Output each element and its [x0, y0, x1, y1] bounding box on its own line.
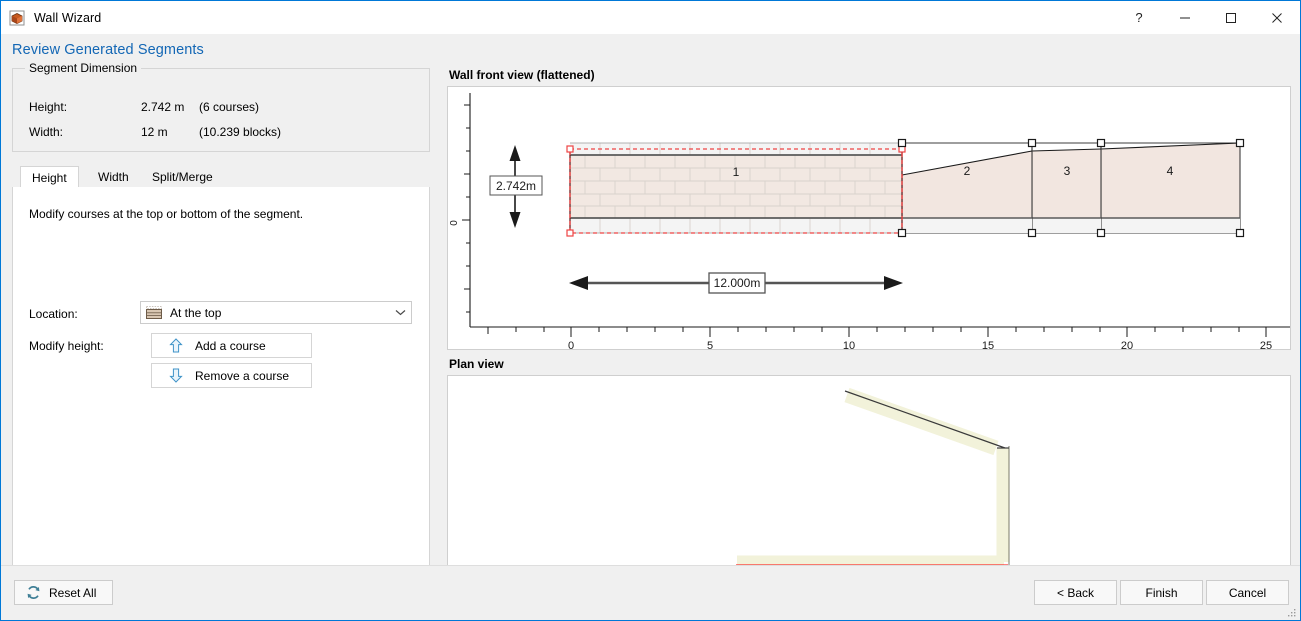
resize-grip[interactable] — [1285, 606, 1297, 618]
y-tick-label-0: 0 — [449, 220, 460, 226]
x-tick-label-20: 20 — [1121, 340, 1133, 349]
segment-dimension-group: Segment Dimension Height: 2.742 m (6 cou… — [12, 61, 430, 152]
arrow-down-icon — [168, 368, 184, 384]
x-tick-label-15: 15 — [982, 340, 994, 349]
finish-button[interactable]: Finish — [1120, 580, 1203, 605]
width-label: Width: — [29, 125, 64, 139]
refresh-icon — [26, 585, 41, 600]
tab-strip: Height Width Split/Merge — [12, 166, 430, 188]
x-tick-label-5: 5 — [707, 340, 713, 349]
minimize-icon[interactable] — [1162, 2, 1208, 34]
page-title: Review Generated Segments — [12, 42, 204, 58]
width-dimension-label: 12.000m — [714, 276, 761, 290]
width-note: (10.239 blocks) — [199, 125, 282, 139]
segment-1-label: 1 — [733, 165, 740, 179]
front-view-svg: 0 0 5 10 15 20 25 4 3 2 1 2.742m 12.000m — [449, 93, 1290, 349]
height-note: (6 courses) — [199, 100, 260, 114]
front-view-label: Wall front view (flattened) — [449, 68, 595, 82]
x-tick-label-25: 25 — [1260, 340, 1272, 349]
segment-dimension-title: Segment Dimension — [25, 61, 142, 75]
window-title: Wall Wizard — [34, 10, 102, 25]
right-panel: Wall front view (flattened) 0 0 5 10 15 … — [447, 68, 1291, 590]
close-icon[interactable] — [1254, 2, 1300, 34]
height-hint-text: Modify courses at the top or bottom of t… — [29, 207, 304, 221]
chevron-down-icon[interactable] — [389, 309, 411, 316]
plan-view-chart[interactable] — [447, 375, 1291, 590]
wall-segment-1: 1 — [569, 142, 903, 234]
wall-front-view-chart[interactable]: 0 0 5 10 15 20 25 4 3 2 1 2.742m 12.000m — [447, 86, 1291, 350]
plan-view-svg — [736, 387, 1010, 572]
reset-all-label: Reset All — [49, 585, 97, 600]
wall-segment-3: 3 — [1031, 142, 1102, 234]
height-dimension-annotation: 2.742m — [489, 145, 543, 228]
height-label: Height: — [29, 100, 68, 114]
back-button[interactable]: < Back — [1034, 580, 1117, 605]
remove-course-button[interactable]: Remove a course — [151, 363, 312, 388]
wall-segment-2: 2 — [901, 142, 1033, 234]
height-tab-panel: Modify courses at the top or bottom of t… — [12, 187, 430, 590]
dialog-content: Review Generated Segments Segment Dimens… — [1, 34, 1300, 590]
reset-all-button[interactable]: Reset All — [14, 580, 113, 605]
left-panel: Segment Dimension Height: 2.742 m (6 cou… — [12, 61, 430, 590]
wall-wizard-window: Wall Wizard ? Review Generated Segments … — [0, 0, 1301, 621]
tab-width[interactable]: Width — [87, 166, 140, 188]
maximize-icon[interactable] — [1208, 2, 1254, 34]
location-label: Location: — [29, 307, 78, 321]
app-brick-icon — [9, 10, 25, 26]
plan-wall-paths — [737, 387, 1010, 569]
modify-height-label: Modify height: — [29, 339, 104, 353]
segment-2-label: 2 — [964, 164, 971, 178]
segment-4-label: 4 — [1167, 164, 1174, 178]
width-dimension-annotation: 12.000m — [569, 272, 903, 294]
brick-course-icon — [146, 306, 162, 319]
width-value: 12 m — [141, 125, 168, 139]
x-tick-label-0: 0 — [568, 340, 574, 349]
height-dimension-label: 2.742m — [496, 179, 536, 193]
location-dropdown[interactable]: At the top — [140, 301, 412, 324]
arrow-up-icon — [168, 338, 184, 354]
help-button[interactable]: ? — [1116, 2, 1162, 34]
location-selected-value: At the top — [170, 305, 222, 320]
tab-height[interactable]: Height — [20, 166, 79, 188]
title-bar: Wall Wizard ? — [1, 1, 1300, 34]
wall-segment-4: 4 — [1100, 142, 1241, 234]
add-course-button[interactable]: Add a course — [151, 333, 312, 358]
segment-3-label: 3 — [1064, 164, 1071, 178]
remove-course-label: Remove a course — [195, 368, 290, 383]
plan-view-label: Plan view — [449, 357, 504, 371]
tab-split-merge[interactable]: Split/Merge — [141, 166, 224, 188]
height-value: 2.742 m — [141, 100, 185, 114]
cancel-button[interactable]: Cancel — [1206, 580, 1289, 605]
add-course-label: Add a course — [195, 338, 266, 353]
x-tick-label-10: 10 — [843, 340, 855, 349]
dialog-footer: Reset All < Back Finish Cancel — [1, 565, 1300, 620]
